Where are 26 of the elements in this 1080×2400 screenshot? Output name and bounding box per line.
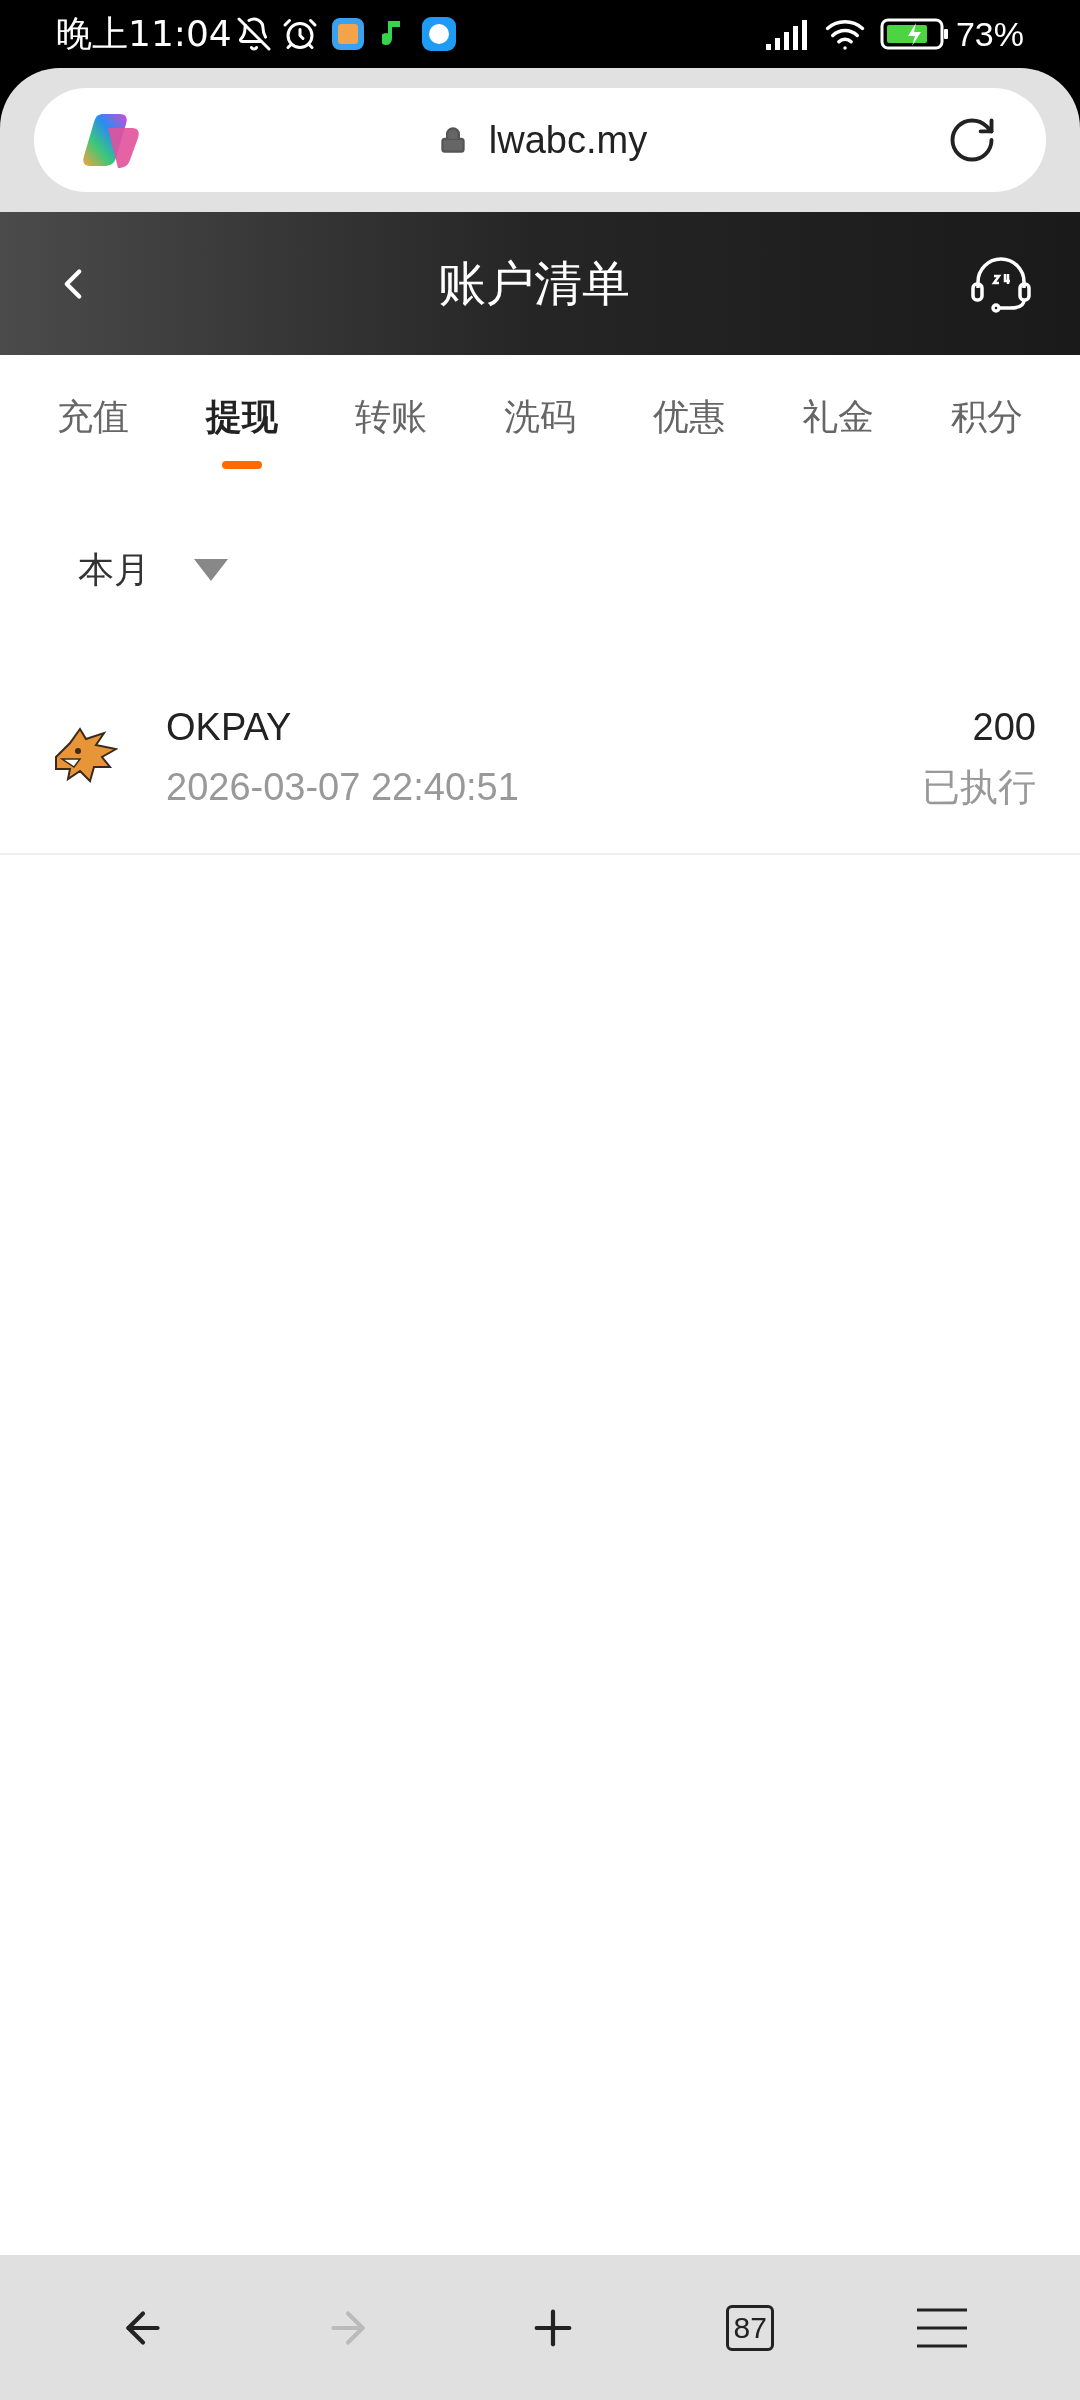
address-bar[interactable]: lwabc.my [34, 88, 1046, 192]
tab[interactable]: 优惠 [633, 393, 745, 469]
app-icon [421, 17, 456, 51]
month-filter-dropdown[interactable]: 本月 [78, 543, 228, 597]
url-text: lwabc.my [488, 117, 648, 163]
payment-method-name: OKPAY [166, 704, 293, 750]
tab[interactable]: 提现 [186, 393, 298, 469]
tab[interactable]: 充值 [38, 393, 149, 469]
app-icon [331, 18, 364, 50]
transaction-time: 2026-03-07 22:40:51 [166, 764, 520, 810]
bell-off-icon [235, 16, 272, 52]
battery-icon [879, 17, 950, 51]
tab-count-button[interactable]: 87 [726, 2304, 775, 2351]
tab[interactable]: 礼金 [782, 393, 894, 469]
page-title: 账户清单 [437, 255, 631, 312]
battery-percent: 73% [955, 13, 1024, 55]
tab[interactable]: 洗码 [484, 393, 596, 469]
caret-icon [194, 559, 228, 581]
transaction-row[interactable]: OKPAY 2026-03-07 22:40:51 200 已执行 [0, 660, 1080, 855]
amount: 200 [972, 704, 1036, 750]
alarm-icon [281, 16, 318, 52]
status-time: 晚上11:04 [56, 12, 232, 56]
tab[interactable]: 转账 [335, 393, 447, 469]
status-text: 已执行 [922, 764, 1036, 810]
lock-icon [438, 125, 467, 155]
tab[interactable]: 积分 [931, 393, 1042, 469]
